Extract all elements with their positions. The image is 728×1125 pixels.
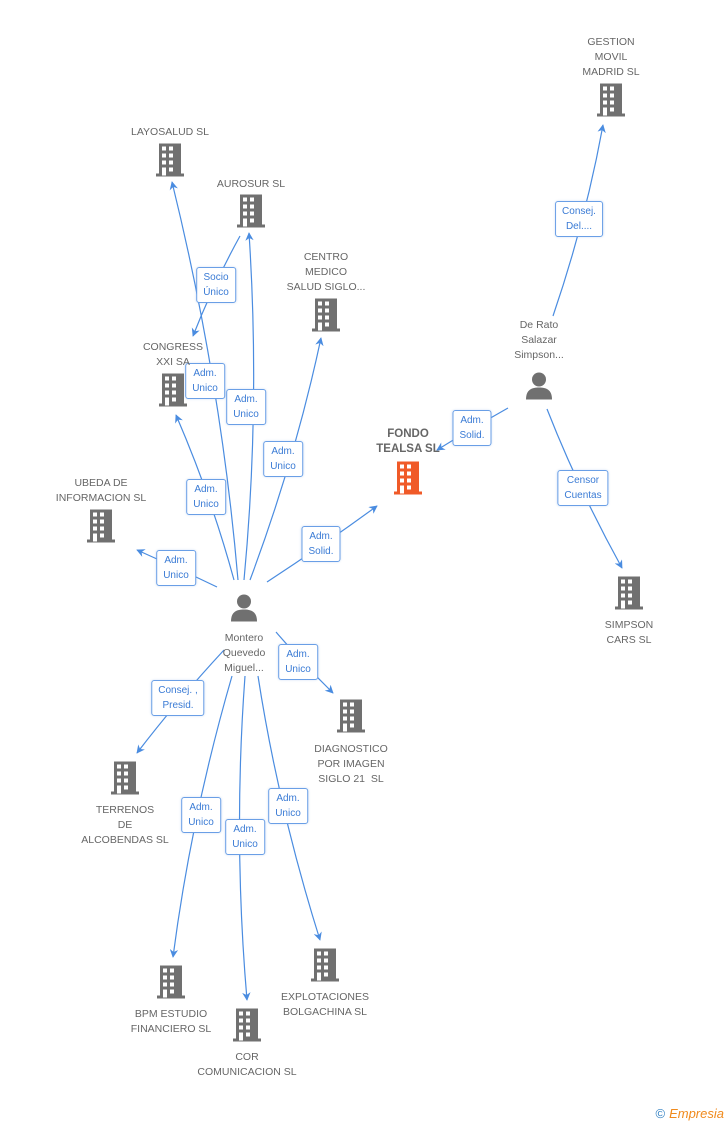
building-icon[interactable] bbox=[85, 508, 117, 549]
node-label-terrenos[interactable]: TERRENOS DE ALCOBENDAS SL bbox=[81, 803, 169, 848]
node-label-centro[interactable]: CENTRO MEDICO SALUD SIGLO... bbox=[287, 250, 366, 295]
edge-role-label[interactable]: Consej. Del.... bbox=[555, 201, 603, 237]
edge-role-label[interactable]: Adm. Unico bbox=[181, 797, 221, 833]
copyright-icon: © bbox=[655, 1106, 666, 1121]
edge-role-label[interactable]: Censor Cuentas bbox=[557, 470, 609, 506]
brand-logo: Empresia bbox=[669, 1106, 724, 1121]
edge-role-label[interactable]: Adm. Unico bbox=[156, 550, 196, 586]
node-label-derato[interactable]: De Rato Salazar Simpson... bbox=[514, 318, 564, 363]
edge-role-label[interactable]: Adm. Unico bbox=[268, 788, 308, 824]
edge-role-label[interactable]: Adm. Unico bbox=[186, 479, 226, 515]
edge-role-label[interactable]: Adm. Unico bbox=[263, 441, 303, 477]
edge-role-label[interactable]: Adm. Unico bbox=[226, 389, 266, 425]
node-label-montero[interactable]: Montero Quevedo Miguel... bbox=[223, 631, 266, 676]
edge-role-label[interactable]: Consej. , Presid. bbox=[151, 680, 205, 716]
building-icon[interactable] bbox=[231, 1007, 263, 1048]
node-label-bpm[interactable]: BPM ESTUDIO FINANCIERO SL bbox=[131, 1007, 212, 1037]
building-icon[interactable] bbox=[595, 82, 627, 123]
network-diagram: © Empresia Adm. Unico Adm. Unico Socio Únic… bbox=[0, 0, 728, 1125]
building-icon[interactable] bbox=[109, 760, 141, 801]
building-icon[interactable] bbox=[155, 964, 187, 1005]
copyright: © Empresia bbox=[655, 1106, 724, 1121]
building-icon[interactable] bbox=[157, 372, 189, 413]
building-icon[interactable] bbox=[235, 193, 267, 234]
node-label-ubeda[interactable]: UBEDA DE INFORMACION SL bbox=[56, 476, 146, 506]
person-icon[interactable] bbox=[229, 593, 259, 628]
edge-role-label[interactable]: Socio Único bbox=[196, 267, 236, 303]
building-icon[interactable] bbox=[613, 575, 645, 616]
edge-role-label[interactable]: Adm. Solid. bbox=[301, 526, 341, 562]
node-label-layosalud[interactable]: LAYOSALUD SL bbox=[131, 125, 209, 140]
building-icon[interactable] bbox=[309, 947, 341, 988]
node-label-fondo[interactable]: FONDO TEALSA SL bbox=[376, 427, 439, 457]
building-icon[interactable] bbox=[154, 142, 186, 183]
node-label-gestion[interactable]: GESTION MOVIL MADRID SL bbox=[582, 35, 639, 80]
node-label-explotaciones[interactable]: EXPLOTACIONES BOLGACHINA SL bbox=[281, 990, 369, 1020]
edge-role-label[interactable]: Adm. Unico bbox=[225, 819, 265, 855]
node-label-congress[interactable]: CONGRESS XXI SA bbox=[143, 340, 203, 370]
edges-layer bbox=[136, 124, 623, 1001]
building-icon[interactable] bbox=[310, 297, 342, 338]
edge-role-label[interactable]: Adm. Solid. bbox=[452, 410, 492, 446]
building-icon[interactable] bbox=[392, 460, 424, 501]
node-label-aurosur[interactable]: AUROSUR SL bbox=[217, 177, 285, 192]
node-label-cor[interactable]: COR COMUNICACION SL bbox=[197, 1050, 296, 1080]
edge-role-label[interactable]: Adm. Unico bbox=[278, 644, 318, 680]
building-icon[interactable] bbox=[335, 698, 367, 739]
node-label-diagnostico[interactable]: DIAGNOSTICO POR IMAGEN SIGLO 21 SL bbox=[314, 742, 388, 787]
person-icon[interactable] bbox=[524, 371, 554, 406]
node-label-simpson[interactable]: SIMPSON CARS SL bbox=[605, 618, 653, 648]
